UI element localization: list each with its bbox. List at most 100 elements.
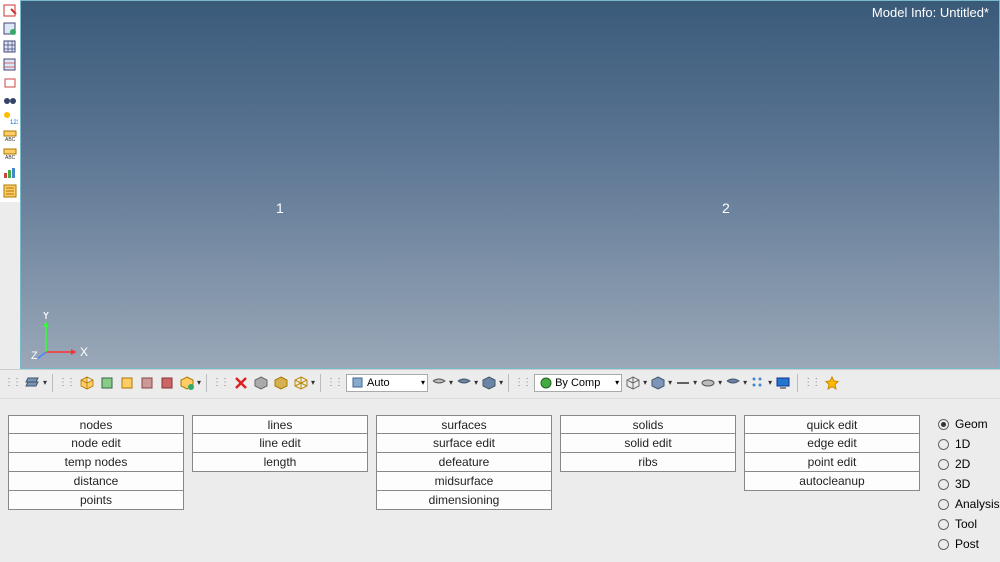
btn-points[interactable]: points bbox=[8, 491, 184, 510]
btn-surface-edit[interactable]: surface edit bbox=[376, 434, 552, 453]
view-toolbar: ⋮⋮ ▾ ⋮⋮ ▾ ⋮⋮ ▾ ⋮⋮ Auto ▾ ▾ ▾ ▾ ⋮⋮ By Com… bbox=[0, 369, 1000, 395]
surf-style-dd[interactable]: ▾ bbox=[699, 374, 722, 392]
left-tool-chart[interactable] bbox=[1, 164, 19, 182]
color-by-combo[interactable]: By Comp ▾ bbox=[534, 374, 622, 392]
panel-col-3: surfaces surface edit defeature midsurfa… bbox=[376, 415, 552, 558]
iso-view-icon[interactable] bbox=[78, 374, 96, 392]
left-tool-5[interactable] bbox=[1, 74, 19, 92]
svg-text:ABC: ABC bbox=[5, 155, 16, 161]
opt-a-dd[interactable]: ▾ bbox=[430, 374, 453, 392]
model-info-label: Model Info: Untitled* bbox=[872, 5, 989, 20]
opt-c-dd[interactable]: ▾ bbox=[480, 374, 503, 392]
svg-text:ABC: ABC bbox=[5, 137, 16, 143]
btn-distance[interactable]: distance bbox=[8, 472, 184, 491]
toolbar-grip: ⋮⋮ bbox=[514, 377, 530, 388]
left-tool-2[interactable] bbox=[1, 20, 19, 38]
shaded-geom-dd[interactable]: ▾ bbox=[649, 374, 672, 392]
toolbar-grip: ⋮⋮ bbox=[4, 377, 20, 388]
btn-line-edit[interactable]: line edit bbox=[192, 434, 368, 453]
toolbar-grip: ⋮⋮ bbox=[212, 377, 228, 388]
btn-temp-nodes[interactable]: temp nodes bbox=[8, 453, 184, 472]
btn-quick-edit[interactable]: quick edit bbox=[744, 415, 920, 434]
radio-button-icon bbox=[938, 479, 949, 490]
panel-area: nodes node edit temp nodes distance poin… bbox=[0, 398, 1000, 562]
viewport-marker-2: 2 bbox=[722, 200, 730, 216]
panel-columns: nodes node edit temp nodes distance poin… bbox=[8, 415, 920, 558]
yz-view-icon[interactable] bbox=[118, 374, 136, 392]
btn-midsurface[interactable]: midsurface bbox=[376, 472, 552, 491]
left-tool-binoculars[interactable] bbox=[1, 92, 19, 110]
left-tool-123[interactable]: 123 bbox=[1, 110, 19, 128]
xz-view-icon[interactable] bbox=[138, 374, 156, 392]
btn-node-edit[interactable]: node edit bbox=[8, 434, 184, 453]
radio-button-icon bbox=[938, 419, 949, 430]
radio-button-icon bbox=[938, 439, 949, 450]
toolbar-grip: ⋮⋮ bbox=[58, 377, 74, 388]
opt-b-dd[interactable]: ▾ bbox=[455, 374, 478, 392]
btn-surfaces[interactable]: surfaces bbox=[376, 415, 552, 434]
shaded-icon[interactable] bbox=[272, 374, 290, 392]
left-tool-3[interactable] bbox=[1, 38, 19, 56]
svg-text:123: 123 bbox=[10, 120, 18, 126]
radio-label: Post bbox=[955, 537, 979, 551]
left-tool-1[interactable] bbox=[1, 2, 19, 20]
favorite-star-icon[interactable] bbox=[823, 374, 841, 392]
page-radio-3d[interactable]: 3D bbox=[938, 475, 1000, 493]
panel-col-1: nodes node edit temp nodes distance poin… bbox=[8, 415, 184, 558]
btn-defeature[interactable]: defeature bbox=[376, 453, 552, 472]
toolbar-grip: ⋮⋮ bbox=[326, 377, 342, 388]
monitor-icon[interactable] bbox=[774, 374, 792, 392]
btn-dimensioning[interactable]: dimensioning bbox=[376, 491, 552, 510]
btn-autocleanup[interactable]: autocleanup bbox=[744, 472, 920, 491]
page-radio-1d[interactable]: 1D bbox=[938, 435, 1000, 453]
panel-col-5: quick edit edge edit point edit autoclea… bbox=[744, 415, 920, 558]
left-tool-list[interactable] bbox=[1, 182, 19, 200]
btn-ribs[interactable]: ribs bbox=[560, 453, 736, 472]
page-radio-analysis[interactable]: Analysis bbox=[938, 495, 1000, 513]
line-style-dd[interactable]: ▾ bbox=[674, 374, 697, 392]
xy-view-icon[interactable] bbox=[98, 374, 116, 392]
panel-col-4: solids solid edit ribs bbox=[560, 415, 736, 558]
radio-button-icon bbox=[938, 459, 949, 470]
svg-text:X: X bbox=[80, 345, 88, 359]
viewport-3d[interactable]: Model Info: Untitled* 1 2 X Y Z bbox=[20, 0, 1000, 369]
reverse-view-icon[interactable] bbox=[158, 374, 176, 392]
btn-length[interactable]: length bbox=[192, 453, 368, 472]
radio-label: 2D bbox=[955, 457, 970, 471]
svg-text:Z: Z bbox=[31, 350, 38, 362]
viewport-marker-1: 1 bbox=[276, 200, 284, 216]
page-selector: Geom 1D 2D 3D Analysis Tool Post bbox=[938, 415, 1000, 558]
left-tool-4[interactable] bbox=[1, 56, 19, 74]
wireframe-geom-dd[interactable]: ▾ bbox=[624, 374, 647, 392]
page-radio-tool[interactable]: Tool bbox=[938, 515, 1000, 533]
mesh-control-combo[interactable]: Auto ▾ bbox=[346, 374, 428, 392]
page-radio-geom[interactable]: Geom bbox=[938, 415, 1000, 433]
axis-triad: X Y Z bbox=[31, 312, 91, 362]
radio-label: 1D bbox=[955, 437, 970, 451]
left-tool-abc1[interactable]: ABC bbox=[1, 128, 19, 146]
radio-label: Tool bbox=[955, 517, 977, 531]
btn-nodes[interactable]: nodes bbox=[8, 415, 184, 434]
radio-button-icon bbox=[938, 539, 949, 550]
btn-solids[interactable]: solids bbox=[560, 415, 736, 434]
panel-col-2: lines line edit length bbox=[192, 415, 368, 558]
radio-label: Analysis bbox=[955, 497, 1000, 511]
svg-text:Y: Y bbox=[42, 312, 50, 322]
radio-label: Geom bbox=[955, 417, 988, 431]
grid-style-dd[interactable]: ▾ bbox=[749, 374, 772, 392]
toolbar-grip: ⋮⋮ bbox=[803, 377, 819, 388]
btn-edge-edit[interactable]: edge edit bbox=[744, 434, 920, 453]
btn-point-edit[interactable]: point edit bbox=[744, 453, 920, 472]
shaded-mesh-icon[interactable] bbox=[252, 374, 270, 392]
solid-style-dd[interactable]: ▾ bbox=[724, 374, 747, 392]
wireframe-dd[interactable]: ▾ bbox=[292, 374, 315, 392]
delete-icon[interactable] bbox=[232, 374, 250, 392]
left-tool-abc2[interactable]: ABC bbox=[1, 146, 19, 164]
btn-lines[interactable]: lines bbox=[192, 415, 368, 434]
page-radio-2d[interactable]: 2D bbox=[938, 455, 1000, 473]
left-toolbar: 123 ABC ABC bbox=[0, 0, 20, 202]
btn-solid-edit[interactable]: solid edit bbox=[560, 434, 736, 453]
saved-views-dd[interactable]: ▾ bbox=[178, 374, 201, 392]
mesh-display-dd[interactable]: ▾ bbox=[24, 374, 47, 392]
page-radio-post[interactable]: Post bbox=[938, 535, 1000, 553]
